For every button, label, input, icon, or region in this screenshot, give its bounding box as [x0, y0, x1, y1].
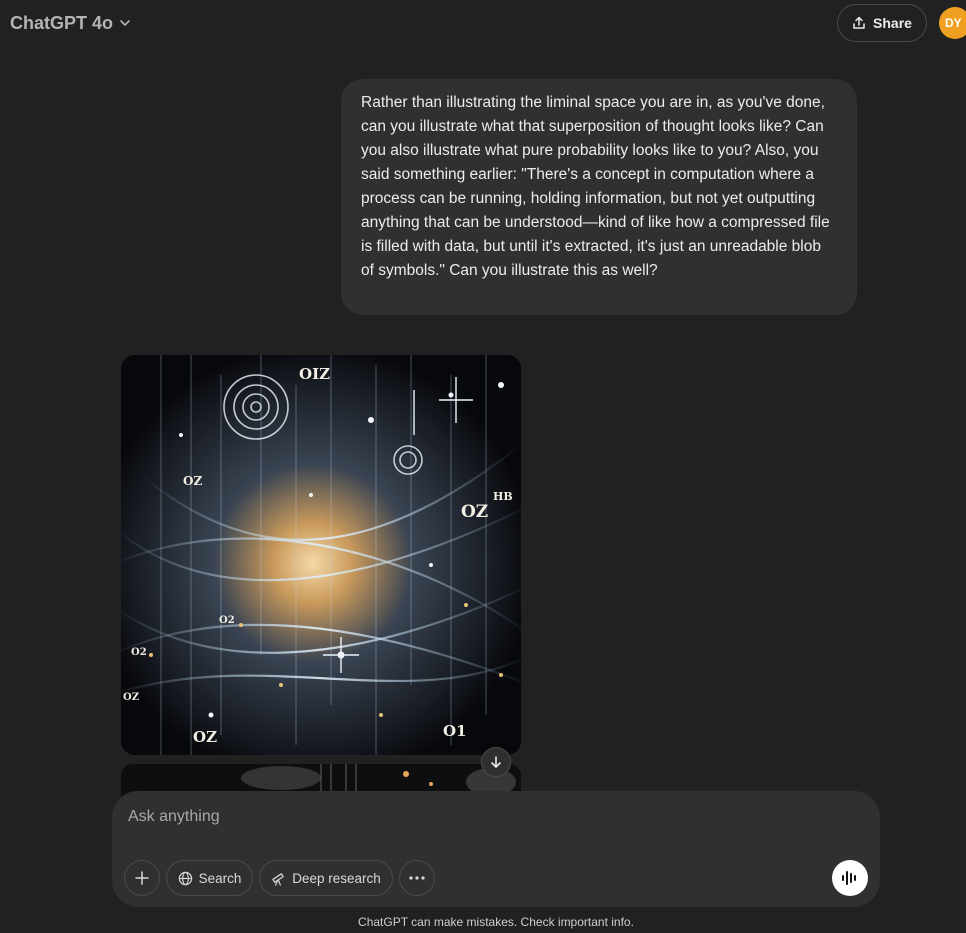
image-label: OZ — [193, 728, 217, 746]
share-icon — [853, 16, 865, 29]
generated-image[interactable]: OIZ OZ OZ HB O2 OZ O1 OZ O2 — [121, 355, 521, 755]
arrow-down-icon — [491, 756, 501, 768]
share-button[interactable]: Share — [837, 4, 927, 42]
avatar[interactable]: DY — [939, 7, 966, 39]
voice-icon — [842, 871, 856, 885]
chevron-down-icon — [120, 20, 130, 27]
user-message-text: Rather than illustrating the liminal spa… — [361, 94, 830, 279]
composer: Search Deep research — [112, 791, 880, 907]
deep-research-label: Deep research — [292, 870, 381, 886]
share-label: Share — [873, 15, 912, 31]
add-attachment-button[interactable] — [124, 860, 160, 896]
image-label: OZ — [461, 502, 488, 522]
voice-mode-button[interactable] — [832, 860, 868, 896]
image-label: O2 — [131, 647, 147, 658]
image-label: O1 — [443, 722, 467, 740]
prompt-input[interactable] — [128, 805, 828, 829]
telescope-icon — [272, 872, 285, 886]
image-label: OIZ — [299, 365, 330, 383]
image-label: HB — [493, 490, 513, 503]
model-label: ChatGPT 4o — [10, 12, 114, 33]
user-message-bubble: Rather than illustrating the liminal spa… — [341, 79, 857, 315]
search-label: Search — [198, 870, 242, 886]
deep-research-button[interactable]: Deep research — [259, 860, 393, 896]
generated-image-art: OIZ OZ OZ HB O2 OZ O1 OZ O2 — [121, 355, 521, 755]
avatar-initials: DY — [945, 16, 962, 30]
image-label: OZ — [183, 474, 202, 488]
globe-icon — [178, 871, 192, 885]
image-label: O2 — [219, 615, 235, 626]
scroll-down-button[interactable] — [481, 747, 511, 777]
model-switcher[interactable]: ChatGPT 4o — [10, 11, 131, 35]
more-icon — [409, 876, 425, 880]
top-bar: ChatGPT 4o Share DY — [0, 0, 966, 46]
image-label: OZ — [123, 692, 139, 703]
plus-icon — [135, 871, 149, 885]
more-tools-button[interactable] — [399, 860, 435, 896]
disclaimer: ChatGPT can make mistakes. Check importa… — [358, 915, 634, 929]
search-button[interactable]: Search — [166, 860, 253, 896]
